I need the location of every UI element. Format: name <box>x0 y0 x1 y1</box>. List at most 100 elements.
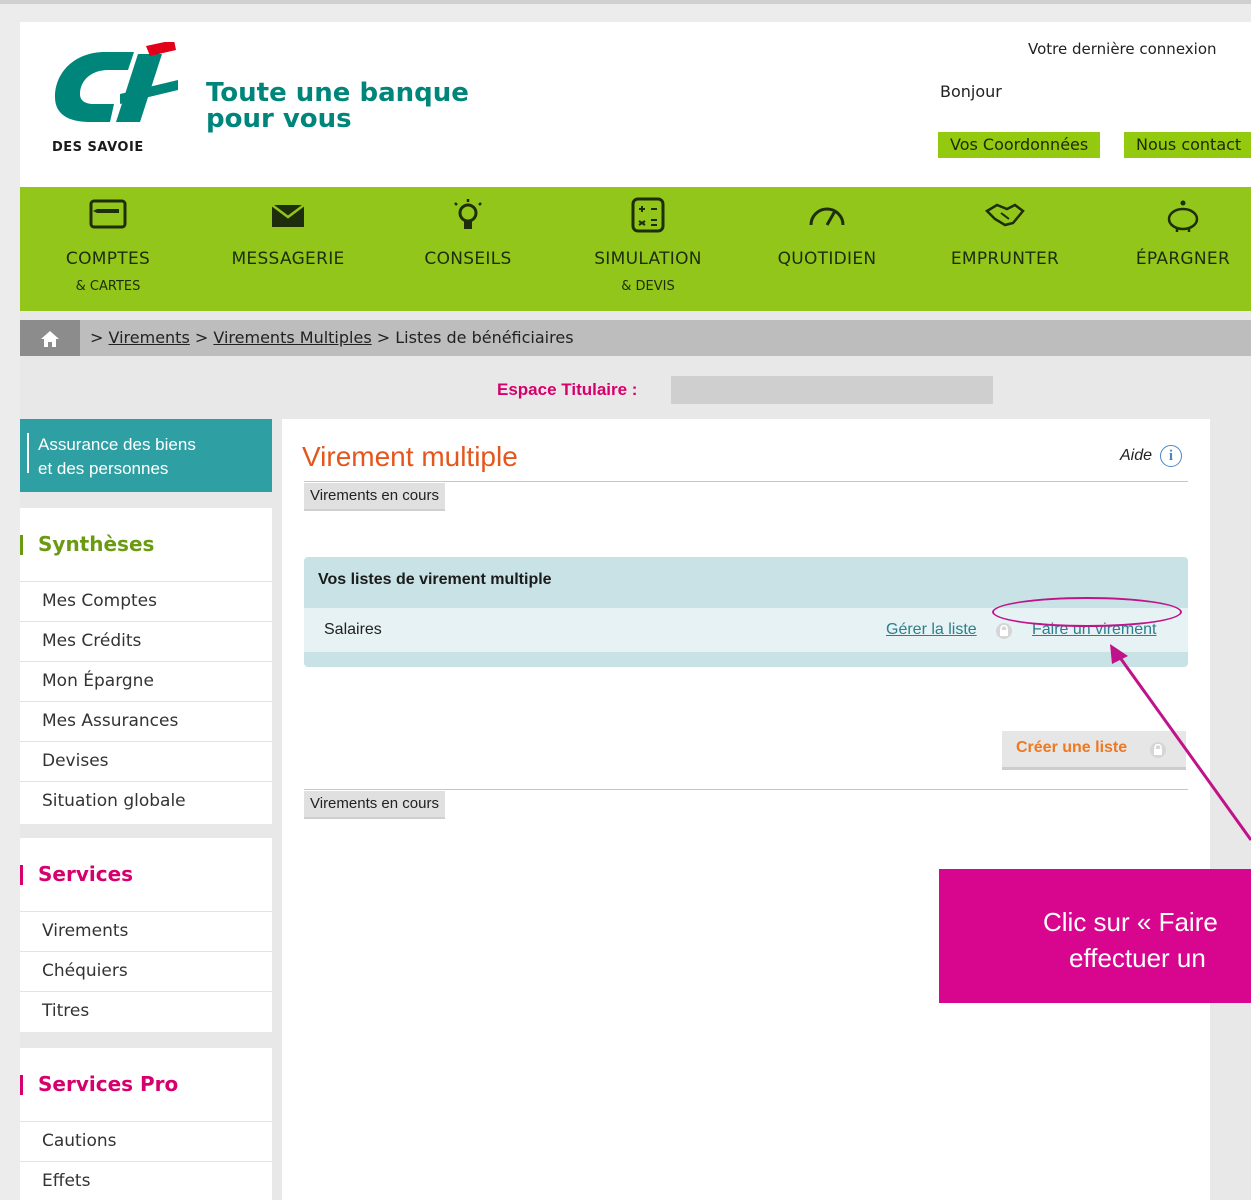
coordonnees-button[interactable]: Vos Coordonnées <box>938 132 1101 158</box>
sidebar-item-mes-credits[interactable]: Mes Crédits <box>20 621 272 661</box>
sidebar-item-label: Mon Épargne <box>42 671 154 691</box>
sidebar-services-pro: Services Pro Cautions Effets <box>20 1048 272 1200</box>
tab-virements-en-cours[interactable]: Virements en cours <box>304 483 445 511</box>
help-link[interactable]: Aide <box>1120 447 1152 465</box>
breadcrumb-current: Listes de bénéficiaires <box>395 328 574 347</box>
annotation-line1: Clic sur « Faire <box>1043 907 1218 937</box>
create-list-button[interactable]: Créer une liste <box>1002 731 1186 770</box>
breadcrumb: > Virements > Virements Multiples > List… <box>20 320 1251 356</box>
promo-line1: Assurance des biens <box>38 435 196 454</box>
page-title: Virement multiple <box>302 441 518 472</box>
sidebar-item-mes-assurances[interactable]: Mes Assurances <box>20 701 272 741</box>
sidebar-syntheses: Synthèses Mes Comptes Mes Crédits Mon Ép… <box>20 508 272 824</box>
nav-quotidien[interactable]: QUOTIDIEN <box>762 187 892 311</box>
sidebar-item-label: Mes Assurances <box>42 711 179 731</box>
nav-messagerie[interactable]: MESSAGERIE <box>220 187 356 311</box>
sidebar-item-label: Virements <box>42 921 129 941</box>
info-icon[interactable]: i <box>1160 445 1182 467</box>
sidebar-promo-insurance[interactable]: Assurance des biens et des personnes <box>20 419 272 492</box>
handshake-icon <box>984 203 1025 227</box>
nav-comptes[interactable]: COMPTES & CARTES <box>48 187 168 311</box>
tagline-line2: pour vous <box>206 104 352 134</box>
sidebar-title-services: Services <box>20 838 272 910</box>
sidebar-item-chequiers[interactable]: Chéquiers <box>20 951 272 991</box>
list-header: Vos listes de virement multiple <box>318 571 552 588</box>
nav-emprunter[interactable]: EMPRUNTER <box>932 187 1078 311</box>
tagline: Toute une banque pour vous <box>206 80 469 132</box>
lightbulb-icon <box>454 199 482 229</box>
sidebar-item-mes-comptes[interactable]: Mes Comptes <box>20 581 272 621</box>
nav-sub: & DEVIS <box>621 279 675 294</box>
espace-titulaire-label: Espace Titulaire : <box>497 380 638 399</box>
sidebar-title-syntheses: Synthèses <box>20 508 272 580</box>
lock-icon <box>1150 742 1166 758</box>
envelope-icon <box>271 204 305 227</box>
nav-sub: & CARTES <box>75 279 141 294</box>
gauge-icon <box>809 207 845 226</box>
breadcrumb-sep: > <box>376 328 391 347</box>
sidebar-item-cautions[interactable]: Cautions <box>20 1121 272 1161</box>
nav-label: ÉPARGNER <box>1135 249 1231 269</box>
sidebar-item-label: Situation globale <box>42 791 186 811</box>
lock-icon <box>996 623 1012 639</box>
breadcrumb-sep: > <box>90 328 104 347</box>
annotation-line2: effectuer un <box>1069 943 1206 973</box>
redacted-account-name <box>671 376 993 404</box>
nav-label: EMPRUNTER <box>950 249 1060 269</box>
main-nav: COMPTES & CARTES MESSAGERIE CONSEILS SIM… <box>20 187 1251 311</box>
card-icon <box>89 199 127 229</box>
section-title: Services <box>38 862 134 886</box>
sidebar-item-label: Mes Comptes <box>42 591 157 611</box>
nav-label: MESSAGERIE <box>231 249 345 269</box>
sidebar-item-label: Chéquiers <box>42 961 128 981</box>
title-bar <box>20 865 23 885</box>
sidebar-item-situation-globale[interactable]: Situation globale <box>20 781 272 821</box>
last-connection-text: Votre dernière connexion <box>1028 40 1217 58</box>
title-bar <box>20 1075 23 1095</box>
greeting: Bonjour <box>940 82 1002 101</box>
piggy-bank-icon <box>1167 200 1199 232</box>
section-title: Synthèses <box>38 532 155 556</box>
calculator-icon <box>631 197 665 233</box>
site-header: DES SAVOIE Toute une banque pour vous Vo… <box>20 22 1251 187</box>
promo-bar <box>27 433 29 473</box>
nav-label: CONSEILS <box>424 249 512 269</box>
home-button[interactable] <box>20 320 80 356</box>
sidebar-item-label: Mes Crédits <box>42 631 142 651</box>
promo-text: Assurance des biens et des personnes <box>38 433 196 481</box>
sidebar-item-effets[interactable]: Effets <box>20 1161 272 1200</box>
nav-label: QUOTIDIEN <box>777 249 877 269</box>
sidebar-title-services-pro: Services Pro <box>20 1048 272 1120</box>
nav-conseils[interactable]: CONSEILS <box>408 187 528 311</box>
nav-simulation[interactable]: SIMULATION & DEVIS <box>580 187 716 311</box>
sidebar-services: Services Virements Chéquiers Titres <box>20 838 272 1032</box>
sidebar-item-label: Titres <box>42 1001 90 1021</box>
promo-line2: et des personnes <box>38 459 169 478</box>
breadcrumb-virements-multiples[interactable]: Virements Multiples <box>213 328 371 347</box>
sidebar-item-devises[interactable]: Devises <box>20 741 272 781</box>
sidebar-item-mon-epargne[interactable]: Mon Épargne <box>20 661 272 701</box>
window-top-edge <box>0 0 1251 4</box>
sidebar-item-titres[interactable]: Titres <box>20 991 272 1031</box>
title-bar <box>20 535 23 555</box>
title-divider <box>304 481 1188 482</box>
sidebar-item-label: Cautions <box>42 1131 117 1151</box>
sidebar-item-virements[interactable]: Virements <box>20 911 272 951</box>
contact-button[interactable]: Nous contact <box>1124 132 1251 158</box>
tab-virements-en-cours-bottom[interactable]: Virements en cours <box>304 791 445 819</box>
section-title: Services Pro <box>38 1072 179 1096</box>
highlight-ellipse <box>992 597 1182 627</box>
home-icon <box>41 331 59 347</box>
section-divider <box>304 789 1188 790</box>
breadcrumb-trail: > Virements > Virements Multiples > List… <box>90 328 574 347</box>
brand-caption: DES SAVOIE <box>52 140 144 155</box>
sidebar-item-label: Effets <box>42 1171 91 1191</box>
create-list-label: Créer une liste <box>1016 739 1128 756</box>
manage-list-link[interactable]: Gérer la liste <box>886 621 977 639</box>
nav-epargner[interactable]: ÉPARGNER <box>1118 187 1248 311</box>
nav-label: SIMULATION <box>594 249 702 269</box>
annotation-callout: Clic sur « Faire effectuer un <box>939 869 1251 1003</box>
main-panel: Virement multiple Aide i Virements en co… <box>282 419 1210 1200</box>
breadcrumb-virements[interactable]: Virements <box>109 328 190 347</box>
breadcrumb-sep: > <box>194 328 209 347</box>
